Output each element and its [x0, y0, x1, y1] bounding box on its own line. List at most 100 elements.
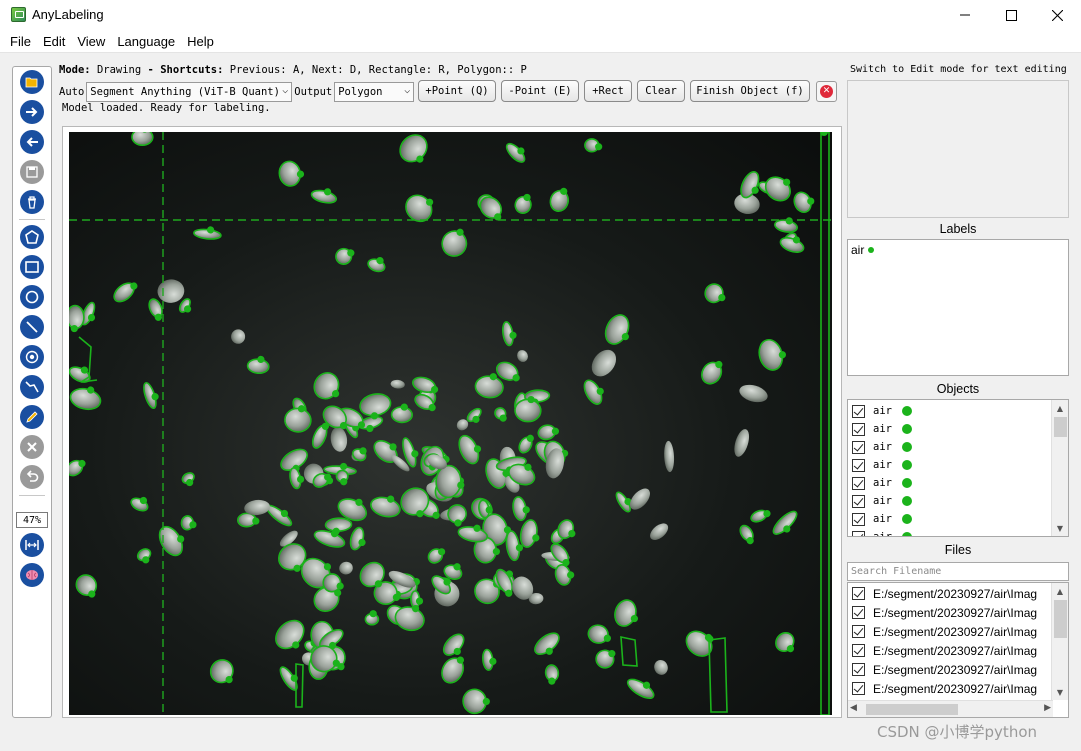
image-canvas[interactable] — [69, 132, 832, 715]
labeled-stone — [685, 630, 713, 657]
object-item[interactable]: air — [852, 528, 912, 536]
files-scrollbar[interactable]: ▲ ▼ — [1051, 583, 1068, 700]
canvas-frame — [62, 126, 842, 718]
scroll-down-icon[interactable]: ▼ — [1052, 684, 1068, 700]
menu-view[interactable]: View — [77, 34, 105, 49]
checkbox-icon[interactable] — [852, 440, 865, 454]
labeled-stone — [399, 134, 428, 163]
fit-width-icon[interactable] — [20, 533, 44, 557]
delete-file-icon[interactable] — [20, 190, 44, 214]
cancel-auto-button[interactable]: ✕ — [816, 81, 837, 102]
labeled-stone — [69, 459, 86, 477]
scroll-up-icon[interactable]: ▲ — [1052, 583, 1068, 599]
finish-object-button[interactable]: Finish Object (f) — [690, 80, 810, 102]
labeled-stone — [136, 548, 152, 564]
object-item[interactable]: air — [852, 492, 912, 510]
label-item[interactable]: air — [851, 243, 875, 257]
checkbox-icon[interactable] — [852, 422, 865, 436]
scroll-thumb[interactable] — [866, 704, 958, 715]
save-icon[interactable] — [20, 160, 44, 184]
search-filename-input[interactable]: Search Filename — [847, 562, 1069, 581]
minimize-button[interactable] — [942, 0, 988, 30]
labeled-stone — [275, 619, 305, 650]
line-icon[interactable] — [20, 315, 44, 339]
stone — [157, 279, 185, 303]
rectangle-icon[interactable] — [20, 255, 44, 279]
scroll-down-icon[interactable]: ▼ — [1052, 520, 1068, 536]
checkbox-icon[interactable] — [852, 494, 865, 508]
open-dir-icon[interactable] — [20, 70, 44, 94]
brain-ai-icon[interactable] — [20, 563, 44, 587]
menu-file[interactable]: File — [10, 34, 31, 49]
stone — [339, 561, 353, 575]
checkbox-icon[interactable] — [852, 663, 865, 676]
file-item[interactable]: E:/segment/20230927/air\Imag — [852, 584, 1037, 603]
object-item[interactable]: air — [852, 402, 912, 420]
labeled-stone — [614, 599, 638, 627]
edit-pencil-icon[interactable] — [20, 405, 44, 429]
labeled-stone — [774, 217, 798, 233]
labeled-stone — [544, 664, 560, 685]
checkbox-icon[interactable] — [852, 530, 865, 536]
next-image-icon[interactable] — [20, 100, 44, 124]
checkbox-icon[interactable] — [852, 512, 865, 526]
labeled-stone — [427, 548, 446, 564]
add-rect-button[interactable]: +Rect — [584, 80, 632, 102]
objects-scrollbar[interactable]: ▲ ▼ — [1051, 400, 1068, 536]
object-item[interactable]: air — [852, 474, 912, 492]
model-select[interactable]: Segment Anything (ViT-B Quant) ⌵ — [86, 82, 293, 102]
file-item[interactable]: E:/segment/20230927/air\Imag — [852, 641, 1037, 660]
zoom-level[interactable]: 47% — [16, 512, 48, 528]
objects-list: air air air air air air air air ▲ ▼ — [847, 399, 1069, 537]
checkbox-icon[interactable] — [852, 458, 865, 472]
delete-shape-icon[interactable] — [20, 435, 44, 459]
scroll-right-icon[interactable]: ▶ — [1044, 703, 1051, 713]
file-item[interactable]: E:/segment/20230927/air\Imag — [852, 603, 1037, 622]
circle-icon[interactable] — [20, 285, 44, 309]
file-item[interactable]: E:/segment/20230927/air\Imag — [852, 660, 1037, 679]
object-item[interactable]: air — [852, 438, 912, 456]
checkbox-icon[interactable] — [852, 682, 865, 695]
files-hscrollbar[interactable]: ◀ ▶ — [848, 700, 1053, 717]
menu-language[interactable]: Language — [117, 34, 175, 49]
description-textbox[interactable] — [847, 80, 1069, 218]
checkbox-icon[interactable] — [852, 404, 865, 418]
menu-bar: File Edit View Language Help — [0, 30, 1081, 52]
prev-image-icon[interactable] — [20, 130, 44, 154]
undo-icon[interactable] — [20, 465, 44, 489]
files-list: E:/segment/20230927/air\Imag E:/segment/… — [847, 582, 1069, 718]
menu-help[interactable]: Help — [187, 34, 214, 49]
close-window-button[interactable] — [1034, 0, 1080, 30]
polygon-vertex — [706, 635, 714, 643]
checkbox-icon[interactable] — [852, 476, 865, 490]
labeled-stone — [458, 434, 482, 465]
object-item[interactable]: air — [852, 420, 912, 438]
file-item[interactable]: E:/segment/20230927/air\Imag — [852, 679, 1037, 698]
scroll-thumb[interactable] — [1054, 600, 1067, 638]
object-item[interactable]: air — [852, 510, 912, 528]
labeled-stone — [512, 496, 530, 522]
menu-edit[interactable]: Edit — [43, 34, 65, 49]
clear-button[interactable]: Clear — [637, 80, 685, 102]
file-item[interactable]: E:/segment/20230927/air\Imag — [852, 622, 1037, 641]
scroll-thumb[interactable] — [1054, 417, 1067, 437]
output-select[interactable]: Polygon ⌵ — [334, 82, 415, 102]
object-item[interactable]: air — [852, 456, 912, 474]
checkbox-icon[interactable] — [852, 587, 865, 600]
stone — [231, 329, 246, 344]
output-label: Output — [294, 86, 333, 98]
scroll-up-icon[interactable]: ▲ — [1052, 400, 1068, 416]
add-point-button[interactable]: +Point (Q) — [418, 80, 496, 102]
checkbox-icon[interactable] — [852, 625, 865, 638]
scroll-left-icon[interactable]: ◀ — [850, 703, 857, 713]
remove-point-button[interactable]: -Point (E) — [501, 80, 579, 102]
file-path: E:/segment/20230927/air\Imag — [873, 605, 1038, 620]
checkbox-icon[interactable] — [852, 606, 865, 619]
polygon-icon[interactable] — [20, 225, 44, 249]
labeled-stone — [519, 519, 540, 548]
maximize-button[interactable] — [988, 0, 1034, 30]
point-icon[interactable] — [20, 345, 44, 369]
checkbox-icon[interactable] — [852, 644, 865, 657]
linestrip-icon[interactable] — [20, 375, 44, 399]
object-color-dot — [901, 406, 912, 416]
